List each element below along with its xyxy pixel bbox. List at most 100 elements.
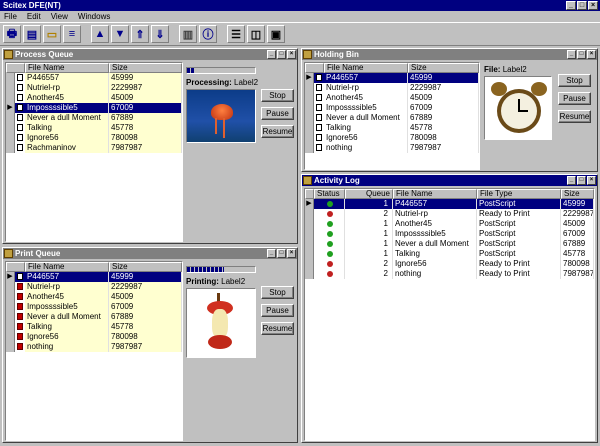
row-selector[interactable] xyxy=(305,259,314,269)
process-queue-table[interactable]: File Name Size P446557 45999 Nutriel-rp 222… xyxy=(5,62,183,242)
row-selector[interactable] xyxy=(6,133,15,143)
minimize-icon[interactable]: _ xyxy=(566,1,576,10)
table-row[interactable]: Another45 45009 xyxy=(6,292,182,302)
table-row[interactable]: Never a dull Moment 67889 xyxy=(6,312,182,322)
table-row[interactable]: Nutriel-rp 2229987 xyxy=(6,282,182,292)
print-queue-table[interactable]: File Name Size ▶ P446557 45999 Nutriel-rp 22… xyxy=(5,261,183,441)
table-row[interactable]: Talking 45778 xyxy=(6,123,182,133)
column-header-file-name[interactable]: File Name xyxy=(25,63,109,73)
process-stop-button[interactable]: Stop xyxy=(261,89,294,102)
table-row[interactable]: 1 Talking PostScript 45778 xyxy=(305,249,594,259)
close-icon[interactable]: × xyxy=(287,249,296,258)
maximize-icon[interactable]: □ xyxy=(577,1,587,10)
table-row[interactable]: Nutriel-rp 2229987 xyxy=(6,83,182,93)
holding-pause-button[interactable]: Pause xyxy=(558,92,591,105)
table-row[interactable]: P446557 45999 xyxy=(6,73,182,83)
down-icon[interactable]: ▼ xyxy=(111,25,129,43)
app-title-bar[interactable]: Scitex DFE(NT) _ □ × xyxy=(0,0,600,11)
table-row[interactable]: Talking 45778 xyxy=(6,322,182,332)
close-icon[interactable]: × xyxy=(287,50,296,59)
maximize-icon[interactable]: □ xyxy=(577,176,586,185)
table-row[interactable]: Impossssible5 67009 xyxy=(305,103,479,113)
table-row[interactable]: ▶ P446557 45999 xyxy=(305,73,479,83)
row-selector[interactable] xyxy=(6,302,15,312)
table-row[interactable]: ▶ Impossssible5 67009 xyxy=(6,103,182,113)
column-header-size[interactable]: Size xyxy=(561,189,594,199)
holding-bin-title-bar[interactable]: Holding Bin _ □ × xyxy=(302,49,597,60)
row-selector[interactable]: ▶ xyxy=(305,73,314,83)
close-icon[interactable]: × xyxy=(588,1,598,10)
row-selector[interactable] xyxy=(305,269,314,279)
table-row[interactable]: Another45 45009 xyxy=(305,93,479,103)
table-row[interactable]: 1 Impossssible5 PostScript 67009 xyxy=(305,229,594,239)
layout2-icon[interactable]: ◫ xyxy=(247,25,265,43)
table-row[interactable]: nothing 7987987 xyxy=(6,342,182,352)
table-row[interactable]: Ignore56 780098 xyxy=(305,133,479,143)
print-queue-title-bar[interactable]: Print Queue _ □ × xyxy=(3,248,297,259)
row-selector[interactable] xyxy=(305,123,314,133)
menu-view[interactable]: View xyxy=(51,11,68,22)
table-row[interactable]: 1 Never a dull Moment PostScript 67889 xyxy=(305,239,594,249)
table-row[interactable]: Rachmaninov 7987987 xyxy=(6,143,182,153)
process-queue-title-bar[interactable]: Process Queue _ □ × xyxy=(3,49,297,60)
table-row[interactable]: Never a dull Moment 67889 xyxy=(305,113,479,123)
queue-icon[interactable]: ▤ xyxy=(23,25,41,43)
table-row[interactable]: ▶ P446557 45999 xyxy=(6,272,182,282)
table-row[interactable]: Nutriel-rp 2229987 xyxy=(305,83,479,93)
maximize-icon[interactable]: □ xyxy=(577,50,586,59)
menu-file[interactable]: File xyxy=(4,11,17,22)
menu-windows[interactable]: Windows xyxy=(78,11,110,22)
column-header-status[interactable]: Status xyxy=(314,189,345,199)
minimize-icon[interactable]: _ xyxy=(267,50,276,59)
trash-icon[interactable]: ▥ xyxy=(179,25,197,43)
close-icon[interactable]: × xyxy=(587,176,596,185)
table-row[interactable]: Another45 45009 xyxy=(6,93,182,103)
row-selector[interactable] xyxy=(305,113,314,123)
stack-icon[interactable]: ≡ xyxy=(63,25,81,43)
activity-log-title-bar[interactable]: Activity Log _ □ × xyxy=(302,175,597,186)
row-selector[interactable] xyxy=(6,113,15,123)
row-selector[interactable] xyxy=(6,143,15,153)
row-selector[interactable] xyxy=(305,143,314,153)
row-selector[interactable] xyxy=(6,332,15,342)
process-resume-button[interactable]: Resume xyxy=(261,125,294,138)
info-icon[interactable]: ⓘ xyxy=(199,25,217,43)
column-header-file-name[interactable]: File Name xyxy=(324,63,408,73)
column-header-file-name[interactable]: File Name xyxy=(393,189,477,199)
row-selector[interactable]: ▶ xyxy=(6,272,15,282)
layout3-icon[interactable]: ▣ xyxy=(267,25,285,43)
close-icon[interactable]: × xyxy=(587,50,596,59)
column-header-size[interactable]: Size xyxy=(408,63,479,73)
row-selector[interactable] xyxy=(305,133,314,143)
maximize-icon[interactable]: □ xyxy=(277,50,286,59)
table-row[interactable]: Impossssible5 67009 xyxy=(6,302,182,312)
holding-bin-table[interactable]: File Name Size ▶ P446557 45999 Nutriel-rp 22… xyxy=(304,62,480,170)
row-selector[interactable] xyxy=(305,209,314,219)
row-selector[interactable] xyxy=(305,239,314,249)
maximize-icon[interactable]: □ xyxy=(277,249,286,258)
minimize-icon[interactable]: _ xyxy=(267,249,276,258)
column-header-size[interactable]: Size xyxy=(109,63,182,73)
row-selector[interactable] xyxy=(6,312,15,322)
row-selector[interactable] xyxy=(305,83,314,93)
column-header-file-type[interactable]: File Type xyxy=(477,189,561,199)
row-selector[interactable] xyxy=(305,249,314,259)
print-icon[interactable]: 🖶 xyxy=(3,25,21,43)
row-selector[interactable] xyxy=(6,73,15,83)
layout1-icon[interactable]: ☰ xyxy=(227,25,245,43)
row-selector[interactable] xyxy=(305,219,314,229)
holding-resume-button[interactable]: Resume xyxy=(558,110,591,123)
table-row[interactable]: Ignore56 780098 xyxy=(6,133,182,143)
row-selector[interactable] xyxy=(305,103,314,113)
row-selector[interactable] xyxy=(6,292,15,302)
row-selector[interactable] xyxy=(6,123,15,133)
table-row[interactable]: 2 Ignore56 Ready to Print 780098 xyxy=(305,259,594,269)
column-header-file-name[interactable]: File Name xyxy=(25,262,109,272)
table-row[interactable]: ▶ 1 P446557 PostScript 45999 xyxy=(305,199,594,209)
activity-log-table[interactable]: Status Queue File Name File Type Size ▶ 1… xyxy=(304,188,595,441)
process-pause-button[interactable]: Pause xyxy=(261,107,294,120)
table-row[interactable]: nothing 7987987 xyxy=(305,143,479,153)
holding-stop-button[interactable]: Stop xyxy=(558,74,591,87)
column-header-size[interactable]: Size xyxy=(109,262,182,272)
row-selector[interactable] xyxy=(305,229,314,239)
